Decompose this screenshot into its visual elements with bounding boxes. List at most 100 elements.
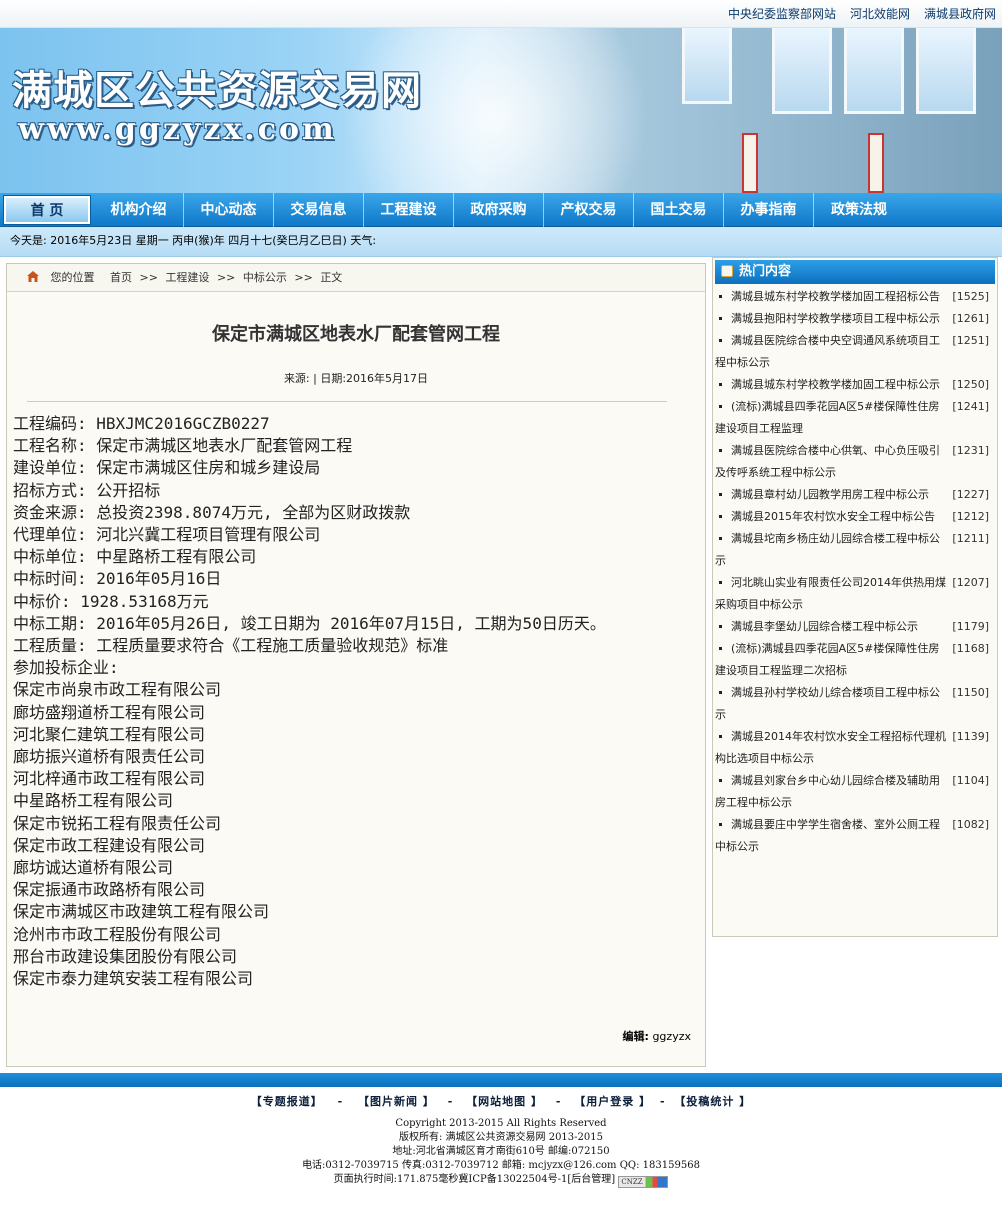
article-line: 廊坊诚达道桥有限公司 <box>13 858 174 878</box>
article-line: 中标价: 1928.53168万元 <box>13 591 209 611</box>
contact: 电话:0312-7039715 传真:0312-7039712 邮箱: mcjy… <box>302 1160 700 1171</box>
hot-item-title[interactable]: 河北眺山实业有限责任公司2014年供热用煤采购项目中标公示 <box>715 576 946 611</box>
nav-construction[interactable]: 工程建设 <box>364 192 454 227</box>
hot-list-item[interactable]: [1104] 满城县刘家台乡中心幼儿园综合楼及辅助用房工程中标公示 <box>715 770 991 814</box>
top-link-hebei-efficiency[interactable]: 河北效能网 <box>850 5 910 22</box>
hot-list-item[interactable]: [1168] (流标)满城县四季花园A区5#楼保障性住房建设项目工程监理二次招标 <box>715 638 991 682</box>
bullet-icon <box>719 404 722 408</box>
article-line: 资金来源: 总投资2398.8074万元, 全部为区财政拨款 <box>13 502 411 522</box>
hot-item-title[interactable]: 满城县章村幼儿园教学用房工程中标公示 <box>731 488 929 501</box>
hot-list-item[interactable]: [1231] 满城县医院综合楼中心供氧、中心负压吸引及传呼系统工程中标公示 <box>715 440 991 484</box>
hot-item-title[interactable]: 满城县抱阳村学校教学楼项目工程中标公示 <box>731 312 940 325</box>
hot-item-count: [1251] <box>952 334 989 347</box>
bullet-icon <box>719 690 722 694</box>
article-editor: 编辑: ggzyzx <box>623 1028 691 1044</box>
nav-home[interactable]: 首 页 <box>4 195 90 224</box>
hot-item-count: [1139] <box>952 730 989 743</box>
hot-list-item[interactable]: [1179] 满城县李堡幼儿园综合楼工程中标公示 <box>715 616 991 638</box>
hot-item-title[interactable]: 满城县医院综合楼中央空调通风系统项目工程中标公示 <box>715 334 940 369</box>
bullet-icon <box>719 778 722 782</box>
hot-item-title[interactable]: 满城县2014年农村饮水安全工程招标代理机构比选项目中标公示 <box>715 730 946 765</box>
hot-content-list: [1525] 满城县城东村学校教学楼加固工程招标公告 [1261] 满城县抱阳村学校教… <box>713 284 997 858</box>
footer-link-topics[interactable]: 【专题报道】 <box>251 1095 323 1108</box>
hot-content-title: 热门内容 <box>739 264 792 279</box>
cnzz-badge[interactable]: CNZZ <box>618 1176 669 1188</box>
article-line: 保定市锐拓工程有限责任公司 <box>13 813 222 833</box>
hot-item-title[interactable]: 满城县城东村学校教学楼加固工程招标公告 <box>731 290 940 303</box>
breadcrumb-home[interactable]: 首页 <box>110 271 132 284</box>
footer-link-photo-news[interactable]: 【图片新闻 】 <box>358 1095 435 1108</box>
article-line: 河北聚仁建筑工程有限公司 <box>13 724 206 744</box>
breadcrumb-sep: >> <box>216 271 236 284</box>
hot-item-title[interactable]: 满城县2015年农村饮水安全工程中标公告 <box>731 510 935 523</box>
hot-list-item[interactable]: [1082] 满城县要庄中学学生宿舍楼、室外公厕工程中标公示 <box>715 814 991 858</box>
article-line: 廊坊盛翔道桥工程有限公司 <box>13 702 206 722</box>
nav-procurement[interactable]: 政府采购 <box>454 192 544 227</box>
article-line: 代理单位: 河北兴冀工程项目管理有限公司 <box>13 525 321 545</box>
footer-sep: - <box>447 1095 454 1108</box>
address: 地址:河北省满城区育才南街610号 邮编:072150 <box>392 1146 610 1157</box>
top-link-mancheng-gov[interactable]: 满城县政府网 <box>924 5 996 22</box>
hot-content-panel: 热门内容 [1525] 满城县城东村学校教学楼加固工程招标公告 [1261] 满城县抱… <box>712 257 998 937</box>
article-line: 邢台市政建设集团股份有限公司 <box>13 946 238 966</box>
hot-item-count: [1168] <box>952 642 989 655</box>
hot-list-item[interactable]: [1241] (流标)满城县四季花园A区5#楼保障性住房建设项目工程监理 <box>715 396 991 440</box>
hot-list-item[interactable]: [1250] 满城县城东村学校教学楼加固工程中标公示 <box>715 374 991 396</box>
hot-list-item[interactable]: [1139] 满城县2014年农村饮水安全工程招标代理机构比选项目中标公示 <box>715 726 991 770</box>
nav-land[interactable]: 国土交易 <box>634 192 724 227</box>
nav-policy[interactable]: 政策法规 <box>814 193 904 227</box>
editor-name: ggzyzx <box>652 1030 691 1043</box>
hot-list-item[interactable]: [1212] 满城县2015年农村饮水安全工程中标公告 <box>715 506 991 528</box>
top-link-ccdi[interactable]: 中央纪委监察部网站 <box>728 5 836 22</box>
hot-item-count: [1104] <box>952 774 989 787</box>
footer-link-sitemap[interactable]: 【网站地图 】 <box>466 1095 543 1108</box>
hot-item-count: [1212] <box>952 510 989 523</box>
nav-guide[interactable]: 办事指南 <box>724 192 814 227</box>
nav-property[interactable]: 产权交易 <box>544 192 634 227</box>
hot-content-header: 热门内容 <box>715 260 995 284</box>
hot-item-count: [1179] <box>952 620 989 633</box>
breadcrumb-construction[interactable]: 工程建设 <box>165 271 209 284</box>
bullet-icon <box>719 338 722 342</box>
article-line: 保定市尚泉市政工程有限公司 <box>13 680 222 700</box>
footer-link-login[interactable]: 【用户登录 】 <box>574 1095 651 1108</box>
breadcrumb-sep: >> <box>294 271 313 284</box>
hot-item-title[interactable]: 满城县孙村学校幼儿综合楼项目工程中标公示 <box>715 686 940 721</box>
article-line: 沧州市市政工程股份有限公司 <box>13 924 222 944</box>
footer-sep: - <box>555 1095 562 1108</box>
hot-list-item[interactable]: [1207] 河北眺山实业有限责任公司2014年供热用煤采购项目中标公示 <box>715 572 991 616</box>
footer-info: Copyright 2013-2015 All Rights Reserved … <box>0 1117 1002 1188</box>
hot-item-title[interactable]: 满城县李堡幼儿园综合楼工程中标公示 <box>731 620 918 633</box>
bullet-icon <box>719 624 722 628</box>
hot-item-title[interactable]: 满城县坨南乡杨庄幼儿园综合楼工程中标公示 <box>715 532 940 567</box>
nav-about[interactable]: 机构介绍 <box>94 192 184 227</box>
hot-list-item[interactable]: [1211] 满城县坨南乡杨庄幼儿园综合楼工程中标公示 <box>715 528 991 572</box>
bullet-icon <box>719 448 722 452</box>
hot-list-item[interactable]: [1261] 满城县抱阳村学校教学楼项目工程中标公示 <box>715 308 991 330</box>
hot-list-item[interactable]: [1150] 满城县孙村学校幼儿综合楼项目工程中标公示 <box>715 682 991 726</box>
article-line: 廊坊振兴道桥有限责任公司 <box>13 747 206 767</box>
hot-list-item[interactable]: [1525] 满城县城东村学校教学楼加固工程招标公告 <box>715 286 991 308</box>
hot-item-title[interactable]: (流标)满城县四季花园A区5#楼保障性住房建设项目工程监理 <box>715 400 939 435</box>
footer-link-stats[interactable]: 【投稿统计 】 <box>674 1095 751 1108</box>
article-line: 中标工期: 2016年05月26日, 竣工日期为 2016年07月15日, 工期… <box>13 613 606 633</box>
bullet-icon <box>719 294 722 298</box>
article-line: 招标方式: 公开招标 <box>13 480 161 500</box>
breadcrumb: 您的位置 首页 >> 工程建设 >> 中标公示 >> 正文 <box>7 264 705 292</box>
article-line: 保定振通市政路桥有限公司 <box>13 880 206 900</box>
article-line: 工程质量: 工程质量要求符合《工程施工质量验收规范》标准 <box>13 636 449 656</box>
hot-list-item[interactable]: [1251] 满城县医院综合楼中央空调通风系统项目工程中标公示 <box>715 330 991 374</box>
nav-trade-info[interactable]: 交易信息 <box>274 192 364 227</box>
hot-item-title[interactable]: 满城县要庄中学学生宿舍楼、室外公厕工程中标公示 <box>715 818 940 853</box>
nav-news[interactable]: 中心动态 <box>184 192 274 227</box>
hot-item-title[interactable]: 满城县刘家台乡中心幼儿园综合楼及辅助用房工程中标公示 <box>715 774 940 809</box>
hot-item-count: [1150] <box>952 686 989 699</box>
hot-item-title[interactable]: 满城县城东村学校教学楼加固工程中标公示 <box>731 378 940 391</box>
editor-label: 编辑: <box>622 1030 649 1043</box>
breadcrumb-award-notice[interactable]: 中标公示 <box>243 271 287 284</box>
hot-list-item[interactable]: [1227] 满城县章村幼儿园教学用房工程中标公示 <box>715 484 991 506</box>
bullet-icon <box>719 734 722 738</box>
exec-time-text: 页面执行时间:171.875毫秒冀ICP备13022504号-1[后台管理] <box>333 1174 616 1185</box>
hot-item-title[interactable]: 满城县医院综合楼中心供氧、中心负压吸引及传呼系统工程中标公示 <box>715 444 940 479</box>
hot-item-title[interactable]: (流标)满城县四季花园A区5#楼保障性住房建设项目工程监理二次招标 <box>715 642 939 677</box>
